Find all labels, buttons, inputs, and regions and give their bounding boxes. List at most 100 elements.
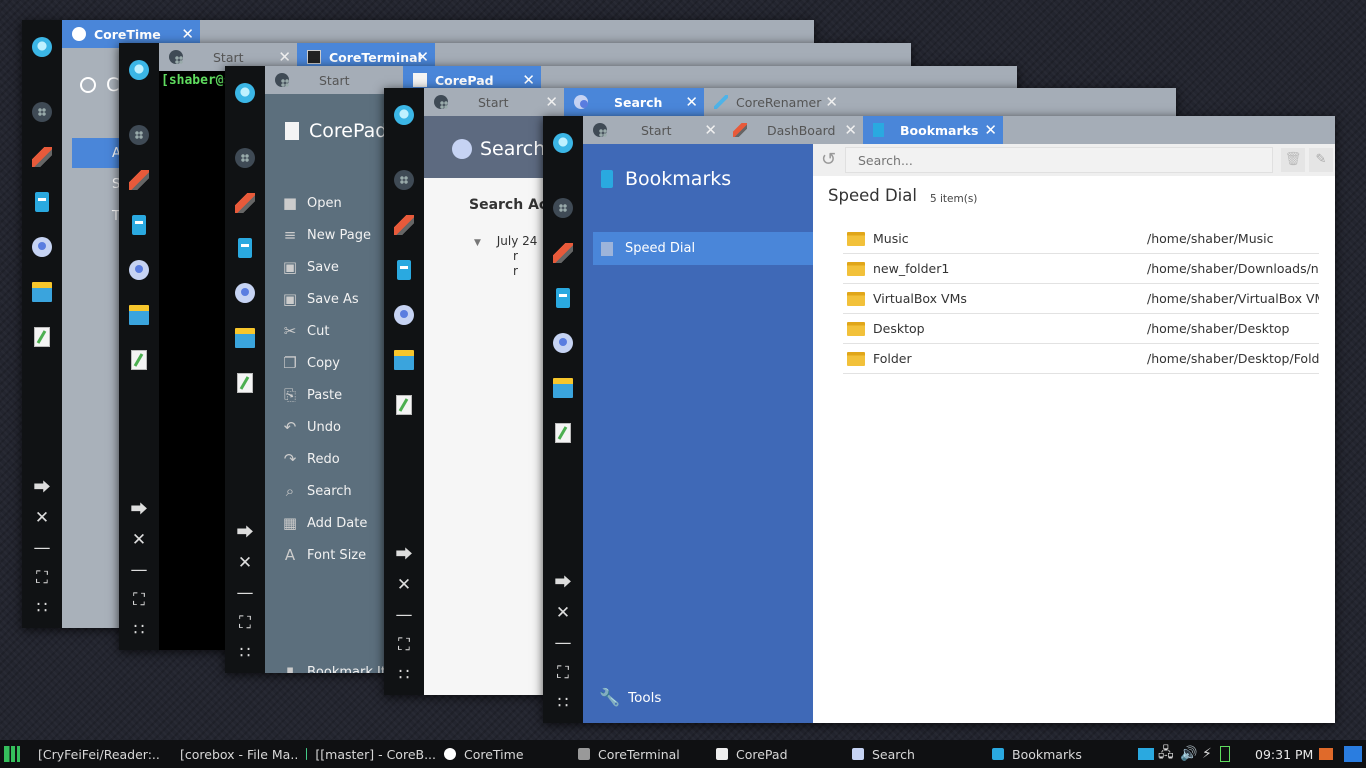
close-tab-icon[interactable]: ✕ [416,48,429,66]
coreb-task[interactable]: [[master] - CoreB... [306,740,436,768]
power-icon[interactable]: ⚡ [1202,746,1216,762]
menu-item-copy[interactable]: ❐ Copy [265,355,340,371]
bookmarks-task[interactable]: Bookmarks [992,740,1127,768]
share-icon[interactable]: ⮕ [32,478,52,498]
corepad-icon[interactable] [396,395,412,415]
bookmark-row[interactable]: new_folder1/home/shaber/Downloads/new_ [843,254,1319,284]
files-icon[interactable] [129,305,149,325]
bookmark-row[interactable]: Folder/home/shaber/Desktop/Folder [843,344,1319,374]
tab-search[interactable]: Search ✕ [564,88,704,116]
close-tab-icon[interactable]: ✕ [545,93,558,111]
menu-item-add-date[interactable]: ▦ Add Date [265,515,367,531]
close-tab-icon[interactable]: ✕ [844,121,857,139]
menu-item-redo[interactable]: ↷ Redo [265,451,340,467]
close-tab-icon[interactable]: ✕ [278,48,291,66]
bookmark-row[interactable]: VirtualBox VMs/home/shaber/VirtualBox VM… [843,284,1319,314]
close-tab-icon[interactable]: ✕ [825,93,838,111]
notification-icon[interactable] [1319,748,1333,760]
close-icon[interactable]: ✕ [129,530,149,550]
corebox-icon[interactable] [553,133,573,153]
maximize-icon[interactable]: ⛶ [394,635,414,655]
activity-item[interactable]: r [513,264,518,278]
maximize-icon[interactable]: ⛶ [129,590,149,610]
close-icon[interactable]: ✕ [32,508,52,528]
files-icon[interactable] [235,328,255,348]
share-icon[interactable]: ⮕ [553,573,573,593]
minimize-icon[interactable]: — [553,633,573,653]
tab-start[interactable]: Start ✕ [424,88,564,116]
edit-icon[interactable]: ✎ [1309,148,1333,172]
tab-bookmarks[interactable]: Bookmarks ✕ [863,116,1003,144]
bookmarks-icon[interactable] [35,192,49,212]
dashboard-icon[interactable] [394,215,414,235]
display-icon[interactable] [1344,746,1362,762]
search-task[interactable]: Search [852,740,982,768]
close-icon[interactable]: ✕ [553,603,573,623]
close-icon[interactable]: ✕ [394,575,414,595]
corepad-icon[interactable] [131,350,147,370]
dashboard-icon[interactable] [235,193,255,213]
grid-icon[interactable]: ∷ [32,598,52,618]
minimize-icon[interactable]: — [32,538,52,558]
bookmarks-icon[interactable] [238,238,252,258]
close-icon[interactable]: ✕ [235,553,255,573]
menu-item-save-as[interactable]: ▣ Save As [265,291,359,307]
bookmarks-icon[interactable] [132,215,146,235]
tools-button[interactable]: 🔧 Tools [599,688,661,708]
corebox-icon[interactable] [394,105,414,125]
menu-item-paste[interactable]: ⎘ Paste [265,387,342,403]
grid-icon[interactable]: ∷ [394,665,414,685]
close-tab-icon[interactable]: ✕ [984,121,997,139]
search-icon[interactable] [129,260,149,280]
apps-icon[interactable] [553,198,573,218]
share-icon[interactable]: ⮕ [129,500,149,520]
close-tab-icon[interactable]: ✕ [704,121,717,139]
activity-date-group[interactable]: ▼ July 24 [474,234,537,248]
files-icon[interactable] [394,350,414,370]
menu-item-undo[interactable]: ↶ Undo [265,419,341,435]
close-tab-icon[interactable]: ✕ [181,25,194,43]
files-icon[interactable] [32,282,52,302]
maximize-icon[interactable]: ⛶ [32,568,52,588]
search-icon[interactable] [32,237,52,257]
coreterminal-task[interactable]: CoreTerminal [578,740,708,768]
battery-icon[interactable] [1220,746,1230,762]
grid-icon[interactable]: ∷ [235,643,255,663]
files-icon[interactable] [553,378,573,398]
coretime-task[interactable]: CoreTime [444,740,569,768]
search-icon[interactable] [235,283,255,303]
bookmark-it-button[interactable]: ▮ Bookmark It [265,664,386,673]
tab-start[interactable]: Start ✕ [583,116,723,144]
search-input[interactable] [845,147,1273,173]
minimize-icon[interactable]: — [394,605,414,625]
search-icon[interactable] [394,305,414,325]
bookmarks-icon[interactable] [556,288,570,308]
maximize-icon[interactable]: ⛶ [553,663,573,683]
refresh-icon[interactable]: ↺ [821,149,836,170]
apps-icon[interactable] [394,170,414,190]
apps-icon[interactable] [235,148,255,168]
corebox-icon[interactable] [129,60,149,80]
search-icon[interactable] [553,333,573,353]
corebox-icon[interactable] [235,83,255,103]
dashboard-icon[interactable] [32,147,52,167]
minimize-icon[interactable]: — [235,583,255,603]
close-tab-icon[interactable]: ✕ [522,71,535,89]
tab-dashboard[interactable]: DashBoard ✕ [723,116,863,144]
corepad-icon[interactable] [555,423,571,443]
menu-item-open[interactable]: ■ Open [265,195,342,211]
bookmark-row[interactable]: Music/home/shaber/Music [843,224,1319,254]
share-icon[interactable]: ⮕ [394,545,414,565]
bookmarks-icon[interactable] [397,260,411,280]
speed-dial-section[interactable]: Speed Dial [593,232,813,265]
bookmark-row[interactable]: Desktop/home/shaber/Desktop [843,314,1319,344]
corebox-icon[interactable] [32,37,52,57]
grid-icon[interactable]: ∷ [129,620,149,640]
corepad-icon[interactable] [34,327,50,347]
close-tab-icon[interactable]: ✕ [685,93,698,111]
corepad-task[interactable]: CorePad [716,740,846,768]
clock[interactable]: 09:31 PM [1255,747,1313,762]
activity-item[interactable]: r [513,249,518,263]
reader-task[interactable]: [CryFeiFei/Reader:... [30,740,160,768]
menu-icon[interactable] [4,746,20,762]
